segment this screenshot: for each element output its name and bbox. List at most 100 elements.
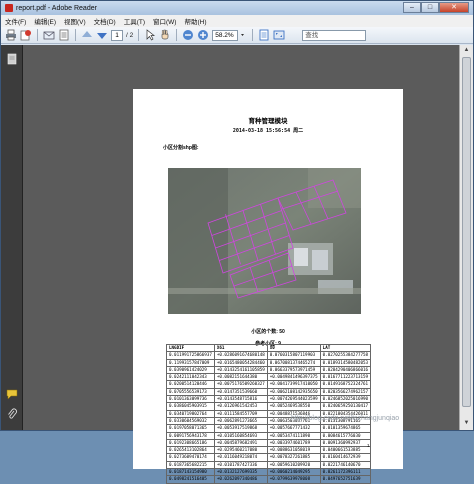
table-cell: 0.0340719802764 [166,409,215,418]
toolbar-separator [176,29,178,41]
table-cell: +0.0116049218074 [213,453,268,462]
table-cell: +0.0053474111890 [266,431,321,440]
table-row: 0.0200514120446 +0.0075176509260327 +0.004… [166,380,372,389]
table-cell: 0.0498241516405 [166,475,215,484]
document-title: 育种管理模块 [248,118,288,125]
chevron-down-icon[interactable] [241,29,247,41]
table-row: 0.0242111042343 +0.0082151644380 +0.004984… [166,373,372,382]
table-row: 0.0705556539173 +0.0147351539660 +0.006210… [166,387,372,397]
table-row: 0.0273609470174 +0.0116049218074 +0.007832… [166,453,372,462]
menu-window[interactable]: 窗口(W) [149,16,180,26]
table-cell: +0.0078327261885 [266,453,321,462]
column-header: X0 [266,343,321,353]
hand-tool-icon[interactable] [159,29,171,41]
document-viewport[interactable]: 育种管理模块 2014-03-18 15:56:54 周二 小区分割shp图: [23,45,459,484]
table-cell: +0.0132127699335 [213,468,268,477]
table-cell: +0.0295460217080 [213,446,268,455]
table-row: 0.0187365682215 +0.0101787427336 +0.005961… [166,460,372,470]
table-cell: 0.0192308665186 [166,438,215,448]
select-tool-icon[interactable] [144,29,156,41]
find-input[interactable]: 查找 [302,29,367,41]
table-cell: 0.0187143154980 [166,468,215,477]
table-cell: +0.0799639978008 [266,475,321,484]
table-cell: 0.0705556539173 [166,387,215,397]
comments-icon[interactable] [6,388,18,400]
table-cell: 0.0187365682215 [166,460,215,470]
minimize-button[interactable]: – [403,2,421,13]
menu-edit[interactable]: 编辑(E) [30,16,60,26]
results-table: LNGDIF X61 X0 LAT 0.011991725866937 +0.02… [166,343,372,484]
table-cell: 0.0091360992937 [319,438,372,448]
table-cell: 0.0200514120446 [166,380,215,389]
table-cell: 0.0386045903915 [166,402,215,411]
paperclip-icon[interactable] [6,408,18,420]
menu-file[interactable]: 文件(F) [1,16,30,26]
plot-count-label: 小区的个数: 50 [251,329,285,335]
table-cell: +0.0111584557709 [213,409,268,418]
toolbar-separator [75,29,76,41]
create-pdf-icon[interactable] [20,29,32,41]
table-cell: 0.11993157847009 [166,358,215,367]
table-row: 0.0101363099736 +0.0143548715816 +0.007426… [166,395,372,404]
menu-document[interactable]: 文档(D) [90,16,120,26]
table-cell: 0.0246852025016990 [319,395,372,404]
table-cell: +0.0105160854693 [213,431,268,440]
scroll-down-icon[interactable]: ▼ [462,419,471,427]
window-title: report.pdf - Adobe Reader [16,4,97,12]
page-number-input[interactable]: 1 [111,29,123,41]
column-header: X61 [213,343,268,353]
scrollbar-thumb[interactable] [462,57,471,407]
table-row: 0.0265413102864 +0.0295460217080 +0.008863… [166,446,372,455]
printer-icon[interactable] [5,29,17,41]
fullscreen-icon[interactable] [273,29,285,41]
table-row: 0.011991725866937 +0.0286091674680148 0.07… [166,351,372,360]
zoom-in-icon[interactable] [197,29,209,41]
adobe-reader-window: report.pdf - Adobe Reader – □ ✕ 文件(F) 编辑… [0,0,474,484]
table-cell: 0.0203566274962157 [319,387,372,397]
table-cell: +0.0041739917410050 [266,380,321,389]
toolbar: 1 / 2 58.2% 查找 [1,27,473,44]
table-cell: +0.0143548715816 [213,395,268,404]
page-number: 1 [367,443,370,448]
table-cell: +0.0075176509260327 [213,380,268,389]
table-cell: 0.0240659250130417 [319,402,372,411]
menu-view[interactable]: 视图(V) [60,16,90,26]
table-cell: 0.0265413102864 [166,446,215,455]
table-row: 0.0091756943178 +0.0105160854693 +0.005347… [166,431,372,440]
zoom-level-input[interactable]: 58.2% [212,29,239,41]
table-cell: 0.0167711223713159 [319,373,372,382]
table-cell: 0.0497652751639 [319,475,372,484]
table-header-row: LNGDIF X61 X0 LAT [166,343,372,353]
table-cell: 0.0760315807119903 [266,351,321,360]
table-row: 0.0192308665186 +0.0045879682491 +0.003397… [166,438,372,448]
scroll-up-icon[interactable]: ▲ [462,46,471,54]
maximize-button[interactable]: □ [421,2,439,13]
window-controls: – □ ✕ [403,2,469,14]
column-header: LNGDIF [166,343,215,353]
close-button[interactable]: ✕ [439,2,469,13]
table-cell: +0.0049841496397375 [266,373,321,382]
menu-bar: 文件(F) 编辑(E) 视图(V) 文档(D) 工具(T) 窗口(W) 帮助(H… [1,15,473,27]
pages-panel-icon[interactable] [6,53,18,65]
menu-help[interactable]: 帮助(H) [180,16,210,26]
fit-page-icon[interactable] [258,29,270,41]
properties-icon[interactable] [58,29,70,41]
table-cell: 0.0221746140670 [319,460,372,470]
email-icon[interactable] [43,29,55,41]
table-cell: +0.0286091674680148 [213,351,268,360]
table-cell: 0.011991725866937 [166,351,215,360]
table-row: 0.0498241516405 +0.0262097340486 +0.079963… [166,475,372,484]
up-arrow-icon[interactable] [81,29,93,41]
table-cell: 0.0160414672939 [319,453,372,462]
table-cell: +0.0045879682491 [213,438,268,448]
watermark-url: http://blog.csdn.net/tszhangjunqiao [291,415,400,422]
vertical-scrollbar[interactable]: ▲ ▼ [459,45,473,430]
menu-tools[interactable]: 工具(T) [120,16,149,26]
table-cell: 0.0101363099736 [166,395,215,404]
toolbar-separator [252,29,254,41]
down-arrow-icon[interactable] [96,29,108,41]
table-row: 0.0187143154980 +0.0132127699335 +0.006021… [166,468,372,477]
toolbar-separator [138,29,140,41]
zoom-out-icon[interactable] [182,29,194,41]
table-cell: 0.0284290406866016 [319,365,372,375]
